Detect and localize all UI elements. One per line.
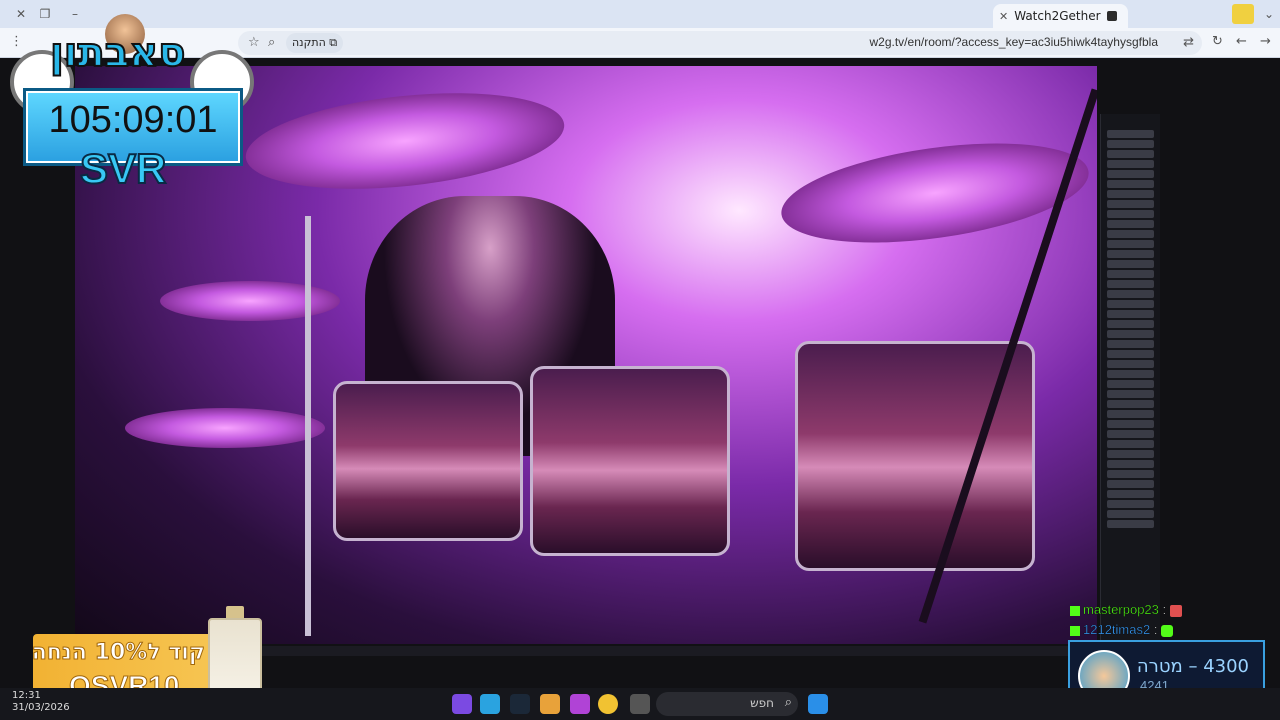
- menu-icon[interactable]: ⋮: [10, 34, 23, 49]
- list-item[interactable]: [1107, 360, 1154, 368]
- chat-username: 1212timas2: [1083, 622, 1151, 637]
- install-label: התקנה: [292, 36, 326, 49]
- list-item[interactable]: [1107, 140, 1154, 148]
- list-item[interactable]: [1107, 170, 1154, 178]
- list-item[interactable]: [1107, 330, 1154, 338]
- subathon-logo: סאבתון: [49, 29, 186, 77]
- list-item[interactable]: [1107, 370, 1154, 378]
- list-item[interactable]: [1107, 480, 1154, 488]
- list-item[interactable]: [1107, 400, 1154, 408]
- cymbal-left: [241, 79, 569, 203]
- chat-username: masterpop23: [1083, 602, 1159, 617]
- discord-icon[interactable]: [452, 694, 472, 714]
- reload-icon[interactable]: ↻: [1212, 34, 1223, 49]
- list-item[interactable]: [1107, 270, 1154, 278]
- cymbal-small-left: [160, 281, 340, 321]
- kick-badge-icon: [1070, 625, 1080, 636]
- subathon-timer: 105:09:01: [48, 99, 218, 141]
- search-icon: ⌕: [784, 695, 792, 710]
- cymbal-low-left: [125, 408, 325, 448]
- chat-separator: :: [1158, 602, 1167, 617]
- list-item[interactable]: [1107, 390, 1154, 398]
- windows-start-icon[interactable]: [808, 694, 828, 714]
- tab-title: Watch2Gether: [1014, 9, 1101, 23]
- list-item[interactable]: [1107, 230, 1154, 238]
- zoom-icon[interactable]: ⌕: [268, 35, 275, 50]
- kick-badge-icon: [1070, 605, 1080, 616]
- chat-message: masterpop23 :: [1070, 602, 1182, 617]
- goal-title: 4300 – מטרה: [1136, 656, 1249, 677]
- install-app-chip[interactable]: התקנה ⧉: [286, 33, 344, 53]
- file-explorer-icon[interactable]: [630, 694, 650, 714]
- url-text[interactable]: w2g.tv/en/room/?access_key=ac3iu5hiwk4ta…: [870, 35, 1159, 49]
- list-item[interactable]: [1107, 510, 1154, 518]
- tab-strip: ✕ ❐ – + ✕ Watch2Gether ⌄: [0, 0, 1280, 28]
- list-item[interactable]: [1107, 430, 1154, 438]
- taskbar-date: 31/03/2026: [12, 702, 70, 713]
- list-item[interactable]: [1107, 220, 1154, 228]
- list-item[interactable]: [1107, 260, 1154, 268]
- steam-icon[interactable]: [510, 694, 530, 714]
- list-item[interactable]: [1107, 160, 1154, 168]
- chat-separator: :: [1150, 622, 1158, 637]
- search-placeholder: חפש: [750, 696, 774, 710]
- tab-close-icon[interactable]: ✕: [999, 10, 1008, 23]
- windows-taskbar: 12:31 31/03/2026 ⌕ חפש: [0, 688, 1280, 720]
- list-item[interactable]: [1107, 380, 1154, 388]
- snare-drum: [530, 366, 730, 556]
- tab-search-icon[interactable]: ⌄: [1258, 4, 1280, 24]
- list-item[interactable]: [1107, 340, 1154, 348]
- address-bar[interactable]: ☆ ⌕ התקנה ⧉ w2g.tv/en/room/?access_key=a…: [238, 31, 1202, 55]
- list-item[interactable]: [1107, 150, 1154, 158]
- playlist-sidebar[interactable]: [1100, 114, 1160, 642]
- restore-window-icon[interactable]: ❐: [34, 4, 56, 24]
- list-item[interactable]: [1107, 490, 1154, 498]
- close-window-icon[interactable]: ✕: [10, 4, 32, 24]
- list-item[interactable]: [1107, 280, 1154, 288]
- list-item[interactable]: [1107, 410, 1154, 418]
- list-item[interactable]: [1107, 320, 1154, 328]
- profile-icon[interactable]: [1232, 4, 1254, 24]
- list-item[interactable]: [1107, 200, 1154, 208]
- list-item[interactable]: [1107, 240, 1154, 248]
- list-item[interactable]: [1107, 300, 1154, 308]
- list-item[interactable]: [1107, 460, 1154, 468]
- list-item[interactable]: [1107, 520, 1154, 528]
- taskbar-clock[interactable]: 12:31 31/03/2026: [12, 690, 70, 714]
- list-item[interactable]: [1107, 450, 1154, 458]
- forward-icon[interactable]: →: [1260, 34, 1271, 49]
- svr-label: SVR: [79, 144, 167, 193]
- tab-watch2gether[interactable]: ✕ Watch2Gether: [993, 4, 1128, 28]
- list-item[interactable]: [1107, 350, 1154, 358]
- telegram-icon[interactable]: [480, 694, 500, 714]
- cymbal-stand: [305, 216, 311, 636]
- chrome-icon[interactable]: [598, 694, 618, 714]
- w2g-favicon-icon: [1106, 11, 1117, 21]
- tom-drum-left: [333, 381, 523, 541]
- chat-message: 1212timas2 :: [1070, 622, 1174, 637]
- browser-toolbar: ⋮ ☆ ⌕ התקנה ⧉ w2g.tv/en/room/?access_key…: [0, 28, 1280, 58]
- back-icon[interactable]: ←: [1236, 34, 1247, 49]
- list-item[interactable]: [1107, 500, 1154, 508]
- emote-icon: [1161, 624, 1174, 637]
- app-icon[interactable]: [540, 694, 560, 714]
- list-item[interactable]: [1107, 190, 1154, 198]
- list-item[interactable]: [1107, 290, 1154, 298]
- taskbar-search[interactable]: ⌕ חפש: [656, 692, 798, 716]
- bookmark-star-icon[interactable]: ☆: [248, 35, 260, 50]
- taskbar-time: 12:31: [12, 690, 41, 701]
- list-item[interactable]: [1107, 210, 1154, 218]
- site-info-icon[interactable]: ⇄: [1183, 35, 1194, 50]
- list-item[interactable]: [1107, 420, 1154, 428]
- minimize-window-icon[interactable]: –: [64, 4, 86, 24]
- promo-discount-text: קוד ל10% הנחה: [31, 640, 205, 666]
- list-item[interactable]: [1107, 470, 1154, 478]
- list-item[interactable]: [1107, 310, 1154, 318]
- list-item[interactable]: [1107, 180, 1154, 188]
- list-item[interactable]: [1107, 250, 1154, 258]
- list-item[interactable]: [1107, 130, 1154, 138]
- obs-icon[interactable]: [570, 694, 590, 714]
- emote-icon: [1169, 604, 1182, 617]
- list-item[interactable]: [1107, 440, 1154, 448]
